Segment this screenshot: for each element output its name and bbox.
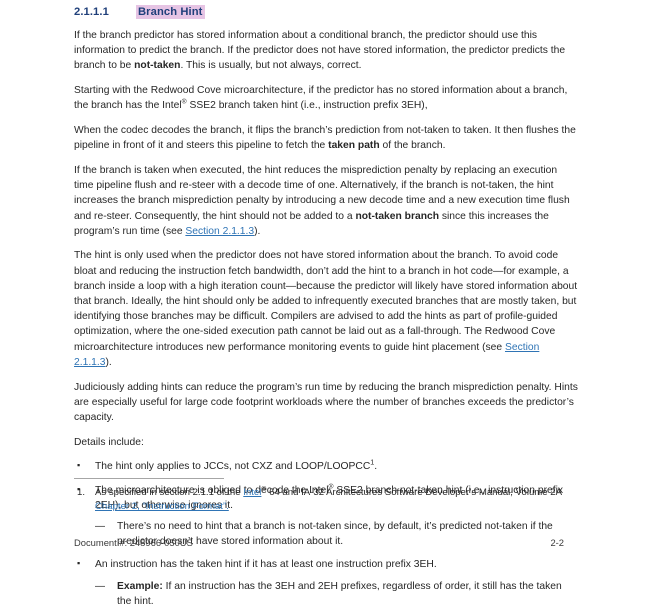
details-include-lead-in: Details include:: [74, 436, 144, 448]
sub-item-3-1-text: If an instruction has the 3EH and 2EH pr…: [117, 580, 562, 607]
paragraph-5-text-b: ).: [105, 356, 112, 368]
footnote-text-a: As specified in section 2.1.1 of the: [95, 487, 244, 498]
bullet-marker-icon: ▪: [77, 558, 81, 569]
paragraph-4: If the branch is taken when executed, th…: [74, 163, 578, 239]
paragraph-3: When the codec decodes the branch, it fl…: [74, 123, 578, 153]
paragraph-1-bold: not-taken: [134, 60, 181, 72]
dash-marker-icon: —: [95, 520, 105, 532]
intel-link[interactable]: Intel: [243, 487, 261, 498]
paragraph-5-text-a: The hint is only used when the predictor…: [74, 250, 578, 353]
section-title: Branch Hint: [136, 5, 205, 19]
paragraph-3-text-b: of the branch.: [379, 140, 446, 152]
page-footer: Document #: 248966-050US 2-2: [74, 537, 578, 548]
footnote-separator: [74, 478, 224, 479]
paragraph-2-text-b: SSE2 branch taken hint (i.e., instructio…: [186, 100, 428, 112]
footnote-text-b: 64 and IA-32 Architectures Software Deve…: [266, 487, 562, 498]
list-item-1-text-a: The hint only applies to JCCs, not CXZ a…: [95, 461, 371, 473]
document-id: Document #: 248966-050US: [74, 537, 193, 548]
paragraph-1: If the branch predictor has stored infor…: [74, 28, 578, 74]
list-item-3-text: An instruction has the taken hint if it …: [95, 559, 437, 571]
paragraph-5: The hint is only used when the predictor…: [74, 248, 578, 370]
paragraph-2: Starting with the Redwood Cove microarch…: [74, 83, 578, 113]
sub-bullet-list: — Example: If an instruction has the 3EH …: [95, 579, 578, 609]
paragraph-3-text-a: When the codec decodes the branch, it fl…: [74, 125, 576, 152]
paragraph-6: Judiciously adding hints can reduce the …: [74, 381, 578, 423]
list-item: — Example: If an instruction has the 3EH …: [95, 579, 578, 609]
chapter-2-instruction-format-link[interactable]: Chapter 2, “Instruction Format”.: [95, 501, 229, 512]
section-number: 2.1.1.1: [74, 6, 109, 18]
paragraph-3-bold: taken path: [328, 140, 380, 152]
paragraph-1-text-b: . This is usually, but not always, corre…: [180, 60, 362, 72]
footnote-1: 1. As specified in section 2.1.1 of the I…: [74, 486, 578, 515]
list-item: ▪ The hint only applies to JCCs, not CXZ …: [74, 459, 578, 474]
paragraph-4-bold: not-taken branch: [355, 210, 439, 222]
paragraph-4-text-c: ).: [254, 225, 261, 237]
sub-item-3-1-label: Example:: [117, 580, 163, 592]
page-number: 2-2: [550, 537, 564, 548]
footnote-number: 1.: [77, 487, 86, 498]
footnote-area: 1. As specified in section 2.1.1 of the I…: [74, 478, 578, 515]
list-item: ▪ An instruction has the taken hint if it…: [74, 557, 578, 609]
bullet-marker-icon: ▪: [77, 460, 81, 471]
dash-marker-icon: —: [95, 580, 105, 592]
section-2-1-1-3-link[interactable]: Section 2.1.1.3: [185, 226, 254, 237]
document-page: 2.1.1.1 Branch Hint If the branch predic…: [0, 0, 650, 607]
list-item-1-text-b: .: [374, 461, 378, 473]
section-heading: 2.1.1.1 Branch Hint: [74, 0, 578, 19]
